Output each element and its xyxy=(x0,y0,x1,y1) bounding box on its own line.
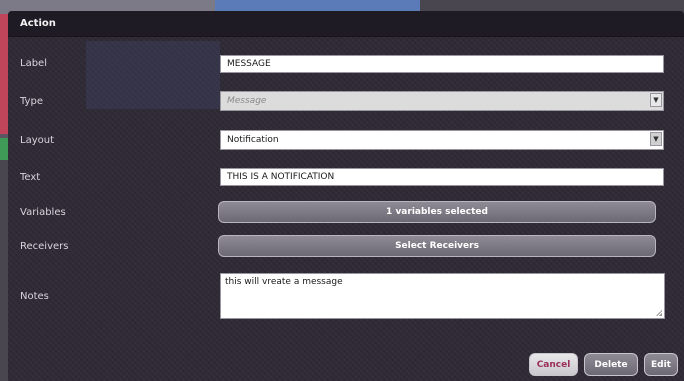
type-select-value: Message xyxy=(220,91,664,111)
notes-field-label: Notes xyxy=(20,291,49,302)
background-edge xyxy=(0,138,8,160)
label-input[interactable]: MESSAGE xyxy=(220,55,664,73)
variables-button[interactable]: 1 variables selected xyxy=(218,201,656,223)
delete-button[interactable]: Delete xyxy=(584,353,638,376)
layout-select-value: Notification xyxy=(220,130,664,150)
layout-select[interactable]: Notification ▼ xyxy=(220,130,664,150)
dialog-header: Action xyxy=(8,11,684,37)
notes-text: this will vreate a message xyxy=(225,277,343,287)
type-field-label: Type xyxy=(20,96,43,107)
cancel-button[interactable]: Cancel xyxy=(529,353,578,376)
text-input[interactable]: THIS IS A NOTIFICATION xyxy=(220,168,664,186)
type-select[interactable]: Message ▼ xyxy=(220,91,664,111)
background-overlay xyxy=(86,41,220,109)
select-receivers-button[interactable]: Select Receivers xyxy=(218,235,656,257)
resize-grip-icon[interactable] xyxy=(656,310,662,316)
background-edge xyxy=(0,160,8,381)
chevron-down-icon: ▼ xyxy=(650,93,662,107)
label-field-label: Label xyxy=(20,58,47,69)
chevron-down-icon: ▼ xyxy=(650,132,662,146)
text-field-label: Text xyxy=(20,172,41,183)
edit-button[interactable]: Edit xyxy=(644,353,678,376)
receivers-field-label: Receivers xyxy=(20,241,69,252)
background-edge xyxy=(0,14,8,134)
layout-field-label: Layout xyxy=(20,135,54,146)
notes-textarea[interactable]: this will vreate a message xyxy=(220,273,665,319)
dialog-title: Action xyxy=(20,18,56,29)
variables-field-label: Variables xyxy=(20,207,66,218)
action-dialog: Action Label MESSAGE Type Message ▼ Layo… xyxy=(8,11,684,381)
